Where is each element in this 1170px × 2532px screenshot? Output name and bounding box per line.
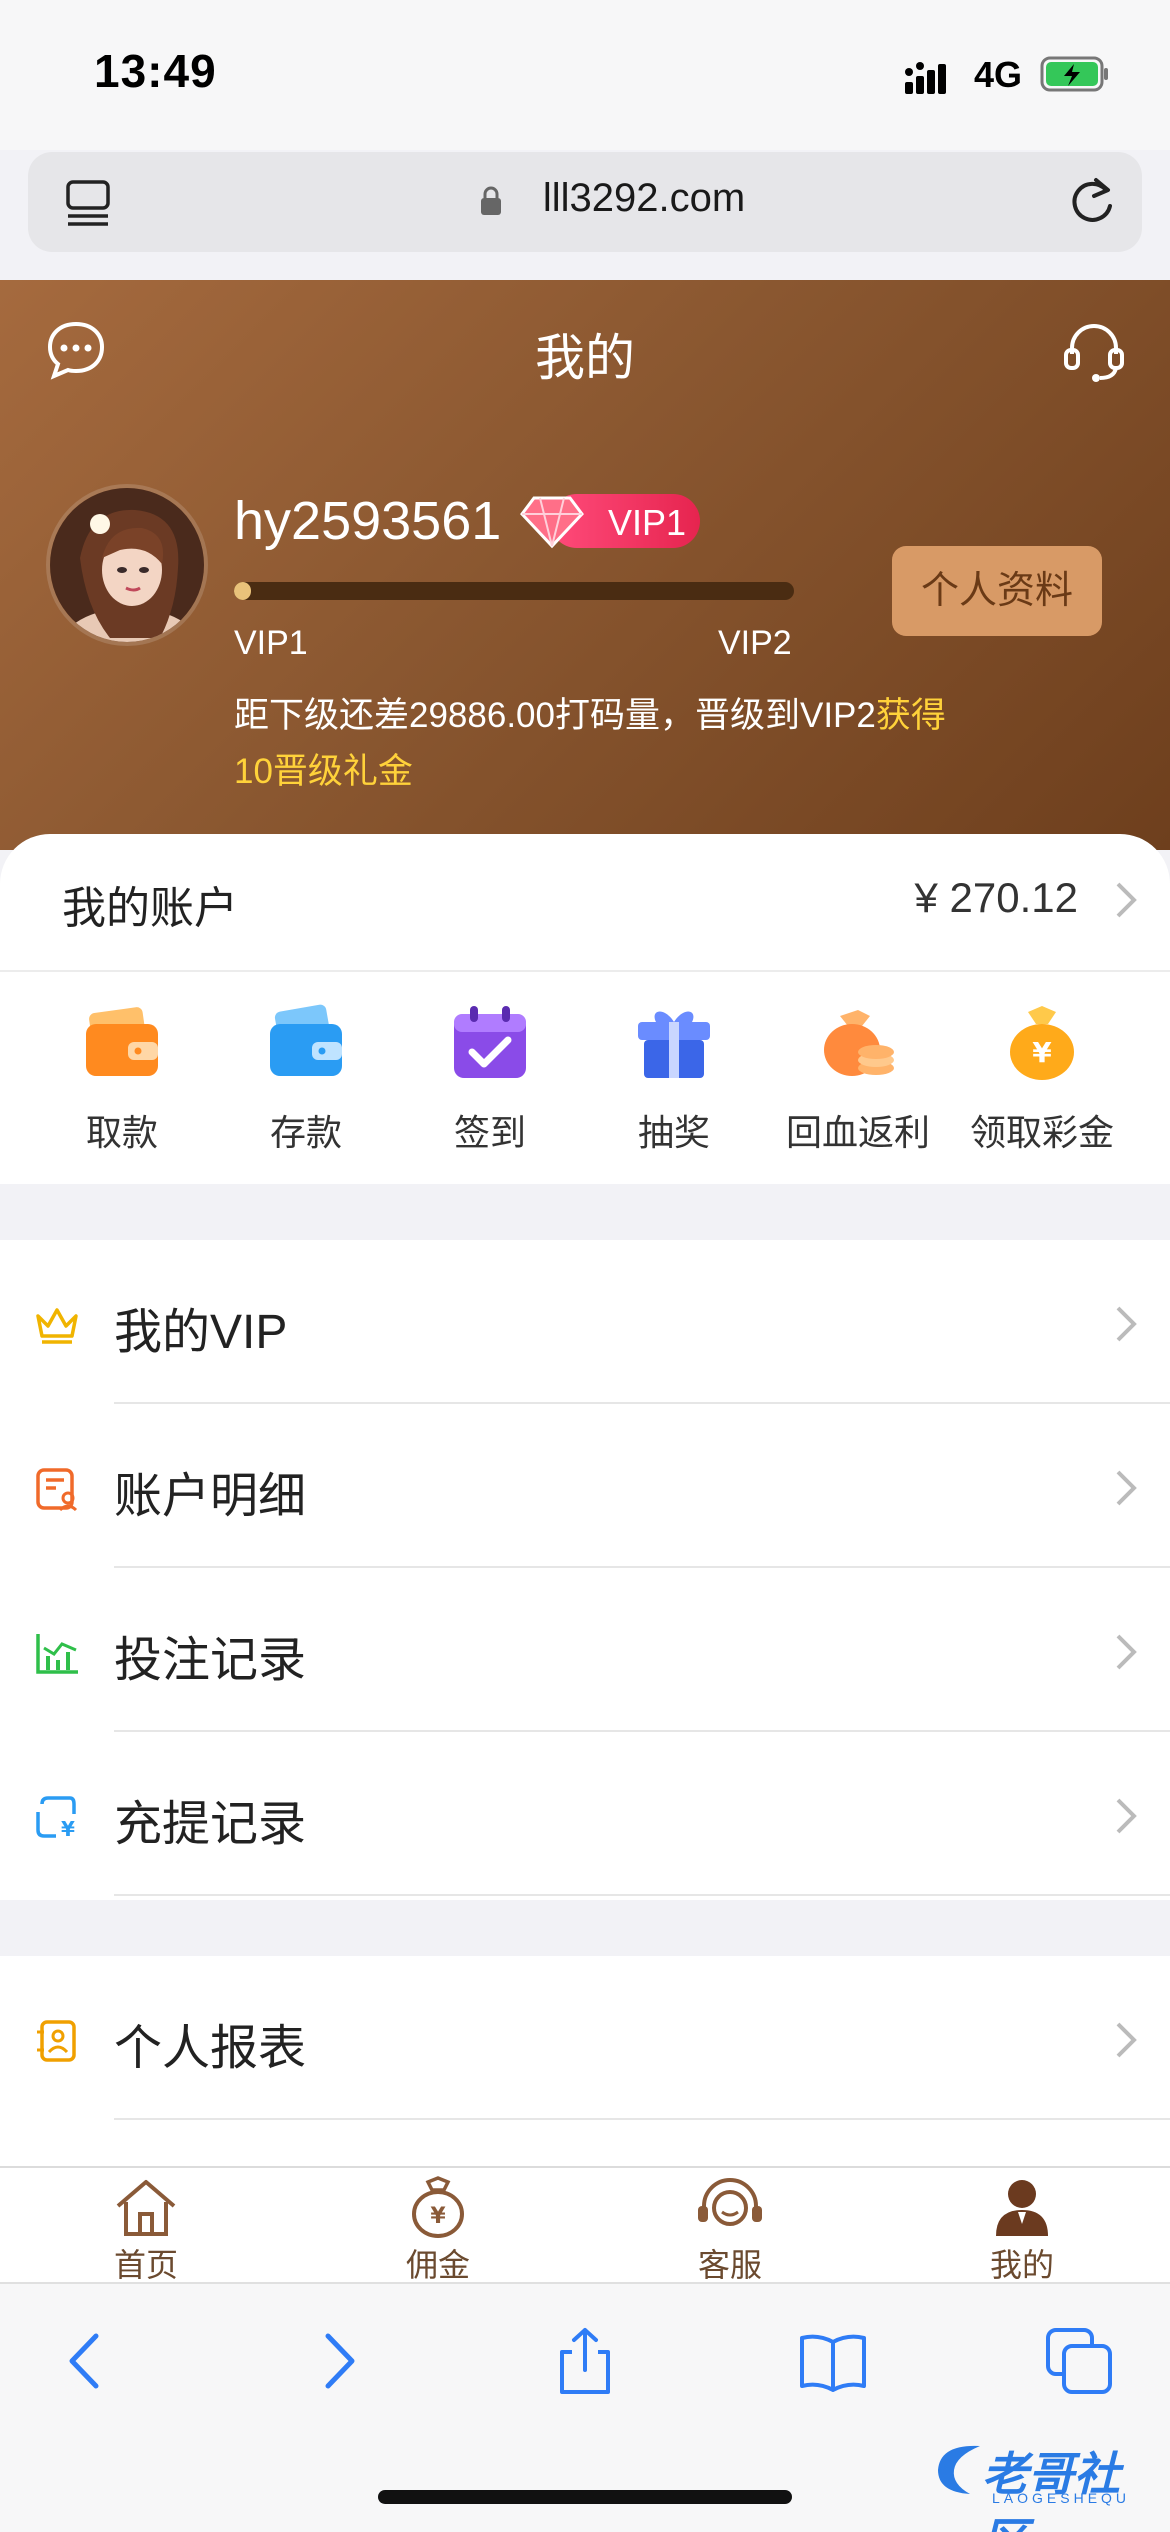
account-label: 我的账户: [62, 884, 238, 933]
menu-item-label: 投注记录: [114, 1634, 307, 1687]
quick-action-label: 签到: [453, 1112, 526, 1153]
chevron-right-icon: [1116, 1306, 1137, 1342]
tab-support[interactable]: 客服: [584, 2168, 876, 2284]
bar-chart-icon: [36, 1634, 78, 1674]
bookmarks-icon[interactable]: [798, 2326, 868, 2396]
profile-button[interactable]: 个人资料: [892, 546, 1102, 636]
url-text[interactable]: lll3292.com: [494, 176, 794, 221]
money-bag-yen-icon: ¥: [1010, 1006, 1074, 1080]
menu-item-bet-record[interactable]: 投注记录: [0, 1568, 1170, 1732]
menu-item-my-vip[interactable]: 我的VIP: [0, 1240, 1170, 1404]
gift-icon: [638, 1011, 710, 1078]
tab-mine[interactable]: 我的: [876, 2168, 1168, 2284]
menu-item-label: 账户明细: [114, 1470, 307, 1523]
vip-progress-fill: [234, 582, 251, 600]
battery-charging-icon: [1040, 56, 1108, 92]
quick-actions: 取款 存款 签到 抽奖 回血返利 ¥ 领取彩金: [0, 986, 1170, 1176]
bottom-tab-bar: 首页 ¥ 佣金 客服 我的: [0, 2166, 1170, 2284]
tab-label: 我的: [989, 2247, 1054, 2283]
menu-item-recharge-record[interactable]: ¥ 充提记录: [0, 1732, 1170, 1896]
username: hy2593561: [234, 491, 502, 551]
menu-item-label: 充提记录: [114, 1798, 307, 1851]
reload-icon[interactable]: [1066, 176, 1118, 228]
next-level: VIP2: [718, 624, 792, 662]
svg-text:¥: ¥: [1032, 1036, 1052, 1069]
watermark-text: 老哥社区: [982, 2448, 1120, 2532]
account-card: 我的账户 ¥ 270.12 取款 存款 签到 抽奖 回血返利 ¥ 领取彩金: [0, 834, 1170, 1184]
calendar-check-icon: [454, 1006, 526, 1078]
chevron-right-icon: [1116, 1634, 1137, 1670]
svg-text:¥: ¥: [61, 1817, 75, 1840]
menu-group-reports: 个人报表: [0, 1956, 1170, 2166]
chevron-right-icon: [1116, 1798, 1137, 1834]
quick-action-label: 存款: [269, 1112, 342, 1153]
watermark-subtext: LAOGESHEQU: [992, 2490, 1131, 2506]
quick-action-withdraw[interactable]: 取款: [30, 986, 214, 1176]
tab-label: 客服: [697, 2247, 762, 2283]
avatar[interactable]: [46, 484, 208, 646]
reader-icon[interactable]: [64, 178, 114, 228]
recharge-record-icon: ¥: [36, 1796, 76, 1840]
report-icon: [37, 2020, 76, 2062]
quick-action-checkin[interactable]: 签到: [398, 986, 582, 1176]
quick-action-deposit[interactable]: 存款: [214, 986, 398, 1176]
upgrade-hint: 距下级还差29886.00打码量，晋级到VIP2获得 10晋级礼金: [234, 688, 1014, 800]
wallet-deposit-icon: [270, 1004, 342, 1076]
back-icon[interactable]: [52, 2326, 122, 2396]
quick-action-label: 抽奖: [637, 1112, 710, 1153]
user-icon: [996, 2180, 1048, 2236]
menu-group-main: 我的VIP 账户明细 投注记录 ¥ 充提记录: [0, 1240, 1170, 1900]
commission-bag-icon: ¥: [412, 2176, 464, 2238]
network-type: 4G: [974, 54, 1023, 95]
upgrade-reward: 10晋级礼金: [234, 752, 413, 791]
diamond-icon: [520, 496, 584, 549]
vip-progress-bar: [234, 582, 794, 600]
share-icon[interactable]: [550, 2326, 620, 2396]
menu-item-label: 我的VIP: [114, 1306, 288, 1359]
wallet-withdraw-icon: [86, 1007, 158, 1076]
tab-label: 佣金: [405, 2247, 470, 2283]
vip-badge: VIP1: [520, 492, 700, 550]
tab-home[interactable]: 首页: [0, 2168, 292, 2284]
account-row[interactable]: 我的账户 ¥ 270.12: [0, 834, 1170, 972]
headset-icon: [698, 2178, 762, 2226]
headset-icon[interactable]: [1060, 318, 1128, 386]
cellular-signal-icon: [905, 62, 946, 94]
menu-item-personal-report[interactable]: 个人报表: [0, 1956, 1170, 2120]
upgrade-text: 距下级还差29886.00打码量，晋级到VIP2: [234, 696, 876, 735]
menu-item-account-detail[interactable]: 账户明细: [0, 1404, 1170, 1568]
page-title: 我的: [535, 330, 635, 386]
watermark-logo: 老哥社区 LAOGESHEQU: [930, 2432, 1158, 2532]
chevron-right-icon: [1116, 2022, 1137, 2058]
browser-address-bar[interactable]: lll3292.com: [28, 152, 1142, 252]
divider: [114, 2118, 1170, 2120]
quick-action-label: 领取彩金: [969, 1112, 1114, 1153]
quick-action-rebate[interactable]: 回血返利: [766, 986, 950, 1176]
quick-action-label: 取款: [85, 1112, 158, 1153]
svg-text:¥: ¥: [430, 2204, 446, 2229]
quick-action-bonus[interactable]: ¥ 领取彩金: [950, 986, 1134, 1176]
divider: [114, 1894, 1170, 1896]
home-indicator: [378, 2490, 792, 2504]
tabs-icon[interactable]: [1044, 2326, 1114, 2396]
status-bar: 13:49 4G: [0, 0, 1170, 150]
quick-action-label: 回血返利: [785, 1112, 930, 1153]
forward-icon[interactable]: [302, 2326, 372, 2396]
account-balance: ¥ 270.12: [914, 874, 1079, 921]
menu-item-label: 个人报表: [114, 2022, 307, 2075]
account-detail-icon: [36, 1468, 78, 1512]
chevron-right-icon: [1116, 1470, 1137, 1506]
tab-commission[interactable]: ¥ 佣金: [292, 2168, 584, 2284]
tab-label: 首页: [113, 2247, 178, 2283]
home-icon: [116, 2180, 176, 2236]
crown-icon: [36, 1308, 78, 1344]
vip-badge-label: VIP1: [608, 502, 687, 543]
money-bag-coins-icon: [824, 1010, 894, 1076]
quick-action-lottery[interactable]: 抽奖: [582, 986, 766, 1176]
upgrade-reward-prefix: 获得: [875, 696, 946, 735]
chevron-right-icon: [1116, 882, 1137, 918]
status-time: 13:49: [94, 45, 217, 97]
current-level: VIP1: [234, 624, 308, 662]
dragon-logo-icon: [938, 2445, 980, 2494]
